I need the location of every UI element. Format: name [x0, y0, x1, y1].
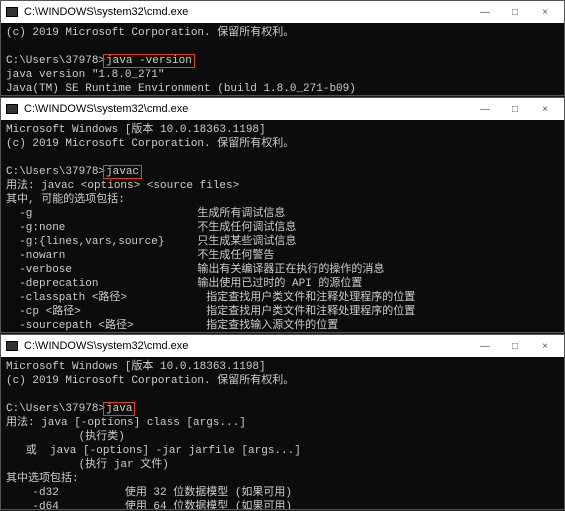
close-button[interactable]: × [530, 1, 560, 23]
maximize-button[interactable]: □ [500, 98, 530, 120]
terminal-output: Microsoft Windows [版本 10.0.18363.1198] (… [1, 120, 564, 332]
window-controls: — □ × [470, 1, 560, 23]
titlebar[interactable]: C:\WINDOWS\system32\cmd.exe — □ × [1, 335, 564, 357]
minimize-button[interactable]: — [470, 98, 500, 120]
cmd-icon [5, 102, 19, 116]
close-button[interactable]: × [530, 98, 560, 120]
window-controls: — □ × [470, 335, 560, 357]
terminal-window-3: C:\WINDOWS\system32\cmd.exe — □ × Micros… [0, 334, 565, 510]
window-controls: — □ × [470, 98, 560, 120]
terminal-window-2: C:\WINDOWS\system32\cmd.exe — □ × Micros… [0, 97, 565, 333]
terminal-output: Microsoft Windows [版本 10.0.18363.1198] (… [1, 357, 564, 509]
cmd-icon [5, 339, 19, 353]
highlighted-command: javac [103, 165, 142, 179]
cmd-icon [5, 5, 19, 19]
titlebar[interactable]: C:\WINDOWS\system32\cmd.exe — □ × [1, 1, 564, 23]
highlighted-command: java -version [103, 54, 195, 68]
maximize-button[interactable]: □ [500, 335, 530, 357]
close-button[interactable]: × [530, 335, 560, 357]
minimize-button[interactable]: — [470, 1, 500, 23]
titlebar[interactable]: C:\WINDOWS\system32\cmd.exe — □ × [1, 98, 564, 120]
minimize-button[interactable]: — [470, 335, 500, 357]
window-title: C:\WINDOWS\system32\cmd.exe [24, 103, 470, 115]
maximize-button[interactable]: □ [500, 1, 530, 23]
highlighted-command: java [103, 402, 135, 416]
terminal-window-1: C:\WINDOWS\system32\cmd.exe — □ × (c) 20… [0, 0, 565, 96]
window-title: C:\WINDOWS\system32\cmd.exe [24, 340, 470, 352]
terminal-output: (c) 2019 Microsoft Corporation. 保留所有权利。 … [1, 23, 564, 95]
window-title: C:\WINDOWS\system32\cmd.exe [24, 6, 470, 18]
